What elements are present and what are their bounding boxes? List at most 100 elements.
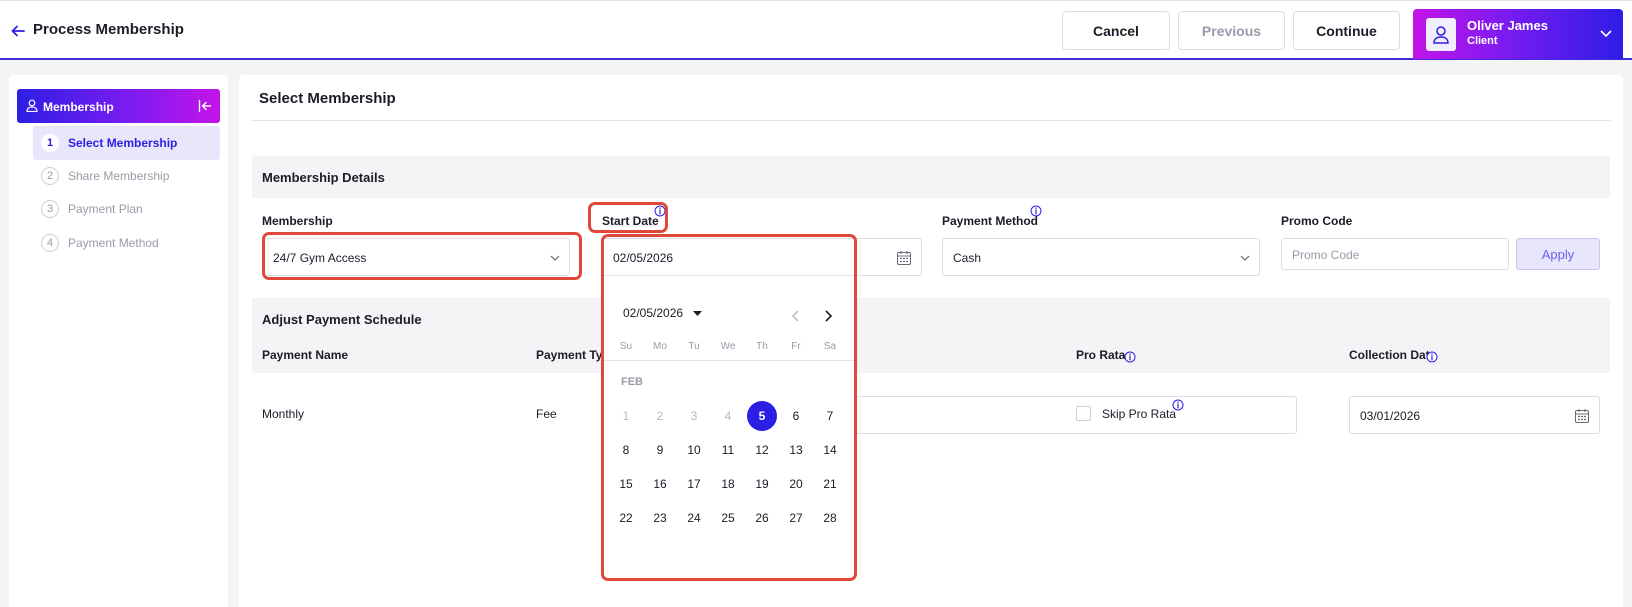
weekday-label: Th (756, 341, 768, 352)
info-icon[interactable] (1426, 351, 1438, 363)
calendar-day[interactable]: 21 (815, 469, 845, 499)
sidebar-item-share-membership[interactable]: 2 Share Membership (33, 159, 220, 193)
user-role: Client (1467, 35, 1498, 47)
start-date-input[interactable]: 02/05/2026 (602, 238, 922, 276)
membership-select[interactable]: 24/7 Gym Access (262, 238, 570, 276)
previous-button[interactable]: Previous (1178, 11, 1285, 50)
info-icon[interactable] (654, 205, 666, 217)
payment-method-select[interactable]: Cash (942, 238, 1260, 276)
calendar-day[interactable]: 27 (781, 503, 811, 533)
sidebar-title: Membership (43, 100, 114, 114)
user-icon (1433, 26, 1449, 44)
calendar-day[interactable]: 14 (815, 435, 845, 465)
info-icon[interactable] (1124, 351, 1136, 363)
calendar-day[interactable]: 12 (747, 435, 777, 465)
section-title: Adjust Payment Schedule (262, 312, 422, 327)
skip-pro-rata-label: Skip Pro Rata (1102, 407, 1177, 421)
payment-name-cell: Monthly (262, 407, 305, 421)
calendar-day[interactable]: 10 (679, 435, 709, 465)
chevron-down-icon[interactable] (1599, 28, 1613, 38)
membership-label: Membership (262, 214, 333, 228)
weekday-label: Su (619, 341, 633, 352)
chevron-down-icon (550, 255, 560, 261)
calendar-icon[interactable] (1574, 408, 1590, 424)
divider (603, 360, 856, 361)
payment-method-value: Cash (953, 251, 982, 265)
membership-value: 24/7 Gym Access (273, 251, 367, 265)
sidebar-item-label: Payment Plan (68, 202, 143, 216)
top-bar: Process Membership Cancel Previous Conti… (0, 0, 1632, 60)
calendar-day[interactable]: 22 (611, 503, 641, 533)
step-number: 3 (41, 200, 59, 218)
weekday-label: Mo (653, 341, 667, 352)
divider (251, 120, 1611, 121)
payment-method-label: Payment Method (942, 214, 1039, 228)
calendar-day[interactable]: 19 (747, 469, 777, 499)
calendar-day-selected[interactable]: 5 (747, 401, 777, 431)
calendar-day[interactable]: 20 (781, 469, 811, 499)
schedule-table-header: Payment Name Payment Typ Pro Rata Collec… (252, 335, 1610, 373)
main-title: Select Membership (259, 90, 396, 107)
sidebar-item-label: Share Membership (68, 169, 170, 183)
calendar-day[interactable]: 16 (645, 469, 675, 499)
col-collection-date: Collection Date (1349, 348, 1437, 362)
sidebar-header: Membership (17, 89, 220, 123)
calendar-icon[interactable] (896, 250, 912, 266)
calendar-day[interactable]: 17 (679, 469, 709, 499)
calendar-day[interactable]: 15 (611, 469, 641, 499)
skip-pro-rata-checkbox[interactable] (1076, 406, 1091, 421)
amount-input[interactable] (829, 396, 1297, 434)
calendar-day[interactable]: 6 (781, 401, 811, 431)
user-menu[interactable]: Oliver James Client (1413, 9, 1623, 59)
calendar-day[interactable]: 9 (645, 435, 675, 465)
cancel-button[interactable]: Cancel (1062, 11, 1170, 50)
back-arrow-icon[interactable] (10, 23, 26, 39)
promo-code-label: Promo Code (1281, 214, 1353, 228)
weekday-label: We (720, 341, 736, 352)
calendar-day: 1 (622, 409, 630, 423)
calendar-month-label: FEB (621, 376, 643, 388)
chevron-left-icon[interactable] (791, 309, 801, 323)
step-number: 2 (41, 167, 59, 185)
sidebar-item-payment-method[interactable]: 4 Payment Method (33, 226, 220, 260)
avatar (1426, 18, 1456, 51)
section-title: Membership Details (262, 170, 385, 185)
membership-details-section: Membership Details (252, 156, 1610, 198)
col-payment-name: Payment Name (262, 348, 349, 362)
weekday-label: Fr (791, 341, 801, 352)
calendar-day[interactable]: 7 (815, 401, 845, 431)
step-number: 1 (41, 134, 59, 152)
payment-type-cell: Fee (536, 407, 557, 421)
calendar-day: 4 (724, 409, 732, 423)
caret-down-icon[interactable] (693, 311, 702, 317)
calendar-day[interactable]: 13 (781, 435, 811, 465)
promo-code-input[interactable]: Promo Code (1281, 238, 1509, 270)
collection-date-input[interactable]: 03/01/2026 (1349, 396, 1600, 434)
step-number: 4 (41, 234, 59, 252)
calendar-day: 2 (656, 409, 664, 423)
promo-code-placeholder: Promo Code (1292, 248, 1360, 262)
continue-button[interactable]: Continue (1293, 11, 1400, 50)
calendar-day[interactable]: 23 (645, 503, 675, 533)
calendar-day[interactable]: 24 (679, 503, 709, 533)
col-pro-rata: Pro Rata (1076, 348, 1126, 362)
calendar-day[interactable]: 18 (713, 469, 743, 499)
info-icon[interactable] (1172, 399, 1184, 411)
start-date-value: 02/05/2026 (613, 251, 674, 265)
calendar-day[interactable]: 28 (815, 503, 845, 533)
weekday-label: Sa (823, 341, 837, 352)
calendar-month-select[interactable]: 02/05/2026 (623, 306, 683, 320)
payment-schedule-section: Adjust Payment Schedule (252, 298, 1610, 340)
calendar-day[interactable]: 25 (713, 503, 743, 533)
apply-button[interactable]: Apply (1516, 238, 1600, 270)
calendar-day[interactable]: 8 (611, 435, 641, 465)
calendar-day[interactable]: 11 (713, 435, 743, 465)
page-title: Process Membership (33, 21, 184, 38)
calendar-day[interactable]: 26 (747, 503, 777, 533)
collapse-sidebar-icon[interactable] (198, 99, 212, 113)
chevron-right-icon[interactable] (823, 309, 833, 323)
sidebar-item-select-membership[interactable]: 1 Select Membership (33, 126, 220, 160)
info-icon[interactable] (1030, 205, 1042, 217)
date-picker-popup: 02/05/2026 Su Mo Tu We Th Fr Sa FEB 1234567891… (602, 275, 856, 579)
sidebar-item-payment-plan[interactable]: 3 Payment Plan (33, 192, 220, 226)
